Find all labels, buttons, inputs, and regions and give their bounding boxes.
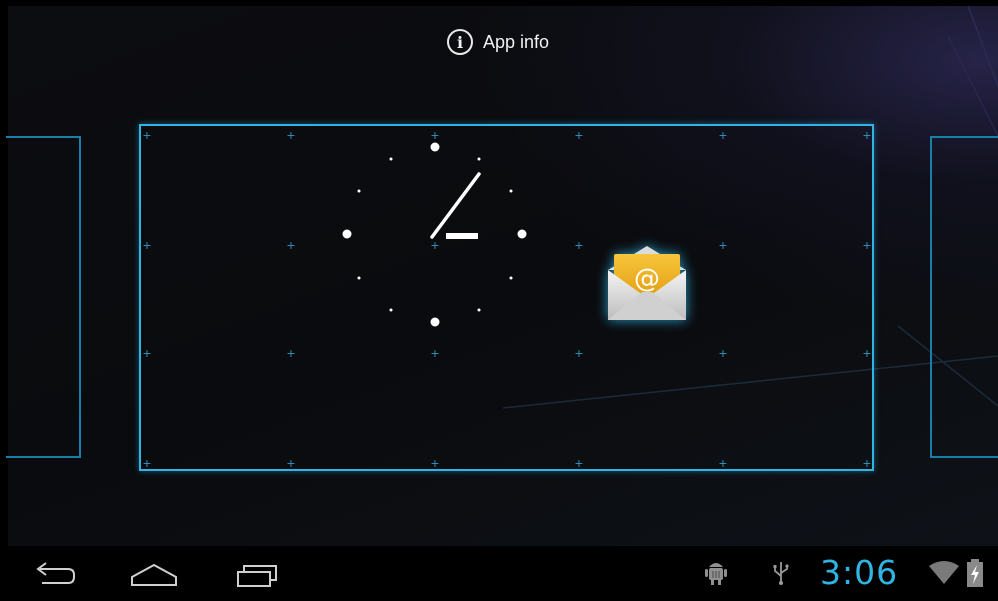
svg-text:@: @ [634, 264, 660, 294]
grid-cell-marker: + [142, 455, 152, 471]
grid-cell-marker: + [286, 127, 296, 143]
back-icon[interactable] [30, 555, 78, 591]
grid-cell-marker: + [142, 345, 152, 361]
home-icon[interactable] [128, 555, 180, 591]
grid-cell-marker: + [142, 127, 152, 143]
clock-minute-hand [430, 172, 481, 239]
grid-cell-marker: + [574, 237, 584, 253]
grid-cell-marker: + [430, 345, 440, 361]
grid-cell-marker: + [862, 237, 872, 253]
usb-icon [773, 562, 789, 585]
grid-cell-marker: + [718, 127, 728, 143]
grid-cell-marker: + [574, 455, 584, 471]
email-icon[interactable]: @ [602, 240, 692, 325]
grid-cell-marker: + [574, 127, 584, 143]
android-debug-icon [705, 563, 727, 585]
wifi-icon [929, 561, 959, 584]
right-workspace-preview[interactable] [930, 136, 998, 458]
grid-cell-marker: + [718, 237, 728, 253]
battery-charging-icon [967, 559, 983, 587]
recent-apps-icon[interactable] [232, 555, 284, 591]
app-info-label: App info [483, 31, 550, 52]
grid-cell-marker: + [430, 455, 440, 471]
grid-cell-marker: + [862, 127, 872, 143]
grid-cell-marker: + [862, 345, 872, 361]
clock-hour-hand [446, 233, 478, 239]
analog-clock-widget[interactable] [322, 137, 548, 337]
grid-cell-marker: + [718, 455, 728, 471]
info-icon: i [447, 29, 473, 55]
left-workspace-preview[interactable] [6, 136, 81, 458]
grid-cell-marker: + [286, 455, 296, 471]
grid-cell-marker: + [286, 345, 296, 361]
grid-cell-marker: + [142, 237, 152, 253]
grid-cell-marker: + [286, 237, 296, 253]
status-clock: 3:06 [820, 553, 899, 592]
grid-cell-marker: + [862, 455, 872, 471]
grid-cell-marker: + [574, 345, 584, 361]
app-info-button[interactable]: i App info [447, 27, 549, 57]
grid-cell-marker: + [718, 345, 728, 361]
